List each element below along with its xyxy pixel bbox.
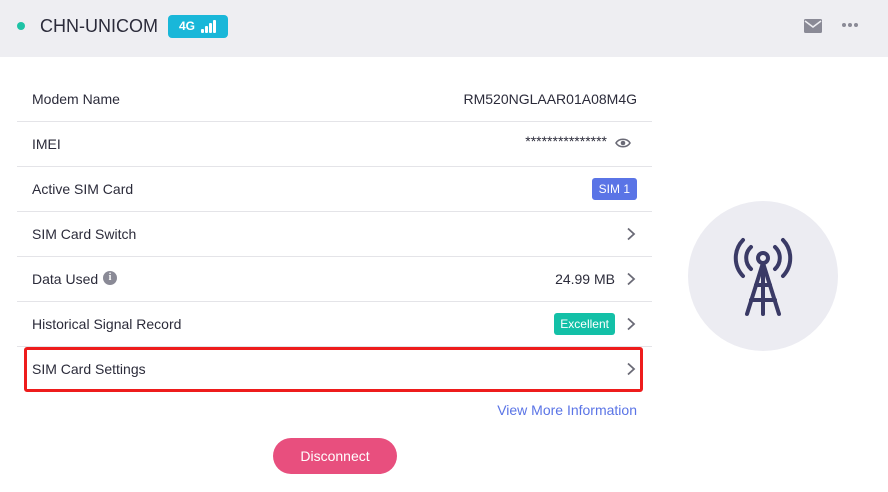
more-icon[interactable]	[840, 17, 860, 33]
data-used-value: 24.99 MB	[555, 271, 615, 287]
modem-name-label: Modem Name	[32, 91, 120, 107]
chevron-right-icon	[627, 227, 636, 241]
network-type-badge: 4G	[168, 15, 228, 38]
row-signal-record[interactable]: Historical Signal Record Excellent	[17, 302, 652, 347]
connection-status-dot	[17, 22, 25, 30]
top-bar: CHN-UNICOM 4G	[0, 0, 888, 57]
row-data-used[interactable]: Data Used i 24.99 MB	[17, 257, 652, 302]
data-used-label: Data Used	[32, 271, 99, 287]
chevron-right-icon	[627, 317, 636, 331]
sim-switch-label: SIM Card Switch	[32, 226, 137, 242]
modem-name-value: RM520NGLAAR01A08M4G	[463, 91, 637, 107]
signal-quality-badge: Excellent	[554, 313, 615, 335]
view-more-link[interactable]: View More Information	[497, 402, 637, 418]
row-modem-name: Modem Name RM520NGLAAR01A08M4G	[17, 77, 652, 122]
carrier-name: CHN-UNICOM	[40, 16, 158, 36]
chevron-right-icon	[627, 272, 636, 286]
active-sim-label: Active SIM Card	[32, 181, 134, 197]
active-sim-badge: SIM 1	[591, 178, 637, 200]
mail-icon[interactable]	[804, 19, 822, 33]
imei-value: ***************	[525, 133, 607, 149]
row-imei: IMEI ***************	[17, 122, 652, 167]
eye-icon[interactable]	[615, 137, 631, 149]
row-sim-switch[interactable]: SIM Card Switch	[17, 212, 652, 257]
disconnect-button[interactable]: Disconnect	[273, 438, 397, 474]
imei-label: IMEI	[32, 136, 61, 152]
info-icon[interactable]: i	[103, 271, 117, 285]
cell-tower-icon	[733, 238, 793, 316]
signal-record-label: Historical Signal Record	[32, 316, 182, 332]
signal-bars-icon	[201, 20, 217, 33]
network-type-label: 4G	[179, 19, 196, 33]
row-active-sim: Active SIM Card SIM 1	[17, 167, 652, 212]
tower-illustration	[688, 201, 838, 351]
highlight-outline	[24, 347, 643, 392]
